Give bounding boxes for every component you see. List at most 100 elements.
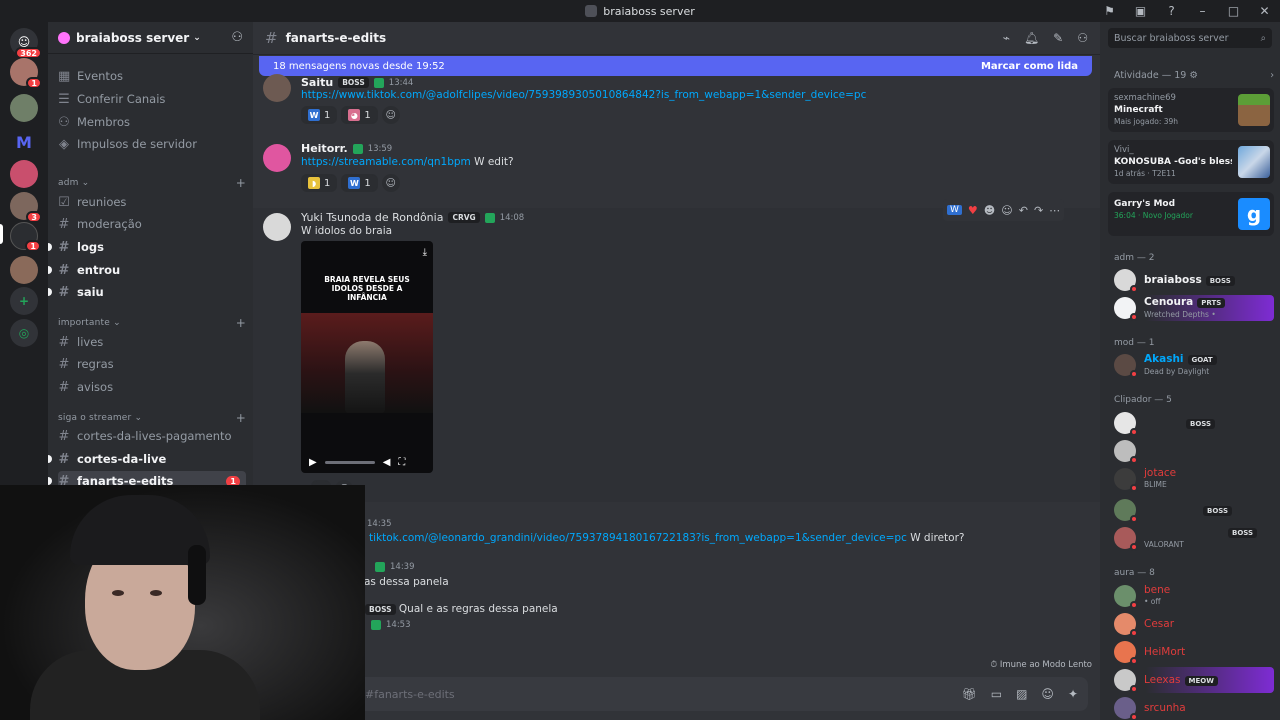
sidebar-item-impulsos[interactable]: ◈ Impulsos de servidor: [58, 134, 246, 154]
server-icon[interactable]: 1: [10, 222, 41, 252]
emoji-icon[interactable]: ☻: [984, 204, 995, 217]
member-item[interactable]: BOSS: [1114, 497, 1274, 523]
sidebar-item-membros[interactable]: ⚇ Membros: [58, 112, 246, 132]
sticker-icon[interactable]: ▨: [1016, 687, 1027, 701]
username[interactable]: Heitorr.: [301, 142, 348, 155]
add-channel-icon[interactable]: +: [236, 176, 246, 190]
member-item[interactable]: [1114, 438, 1274, 464]
server-icon[interactable]: 3: [10, 192, 42, 223]
channel-entrou[interactable]: # entrou: [48, 260, 246, 280]
channel-label: cortes-da-live: [77, 452, 167, 466]
add-channel-icon[interactable]: +: [236, 411, 246, 425]
w-emoji-icon[interactable]: W: [947, 205, 962, 215]
download-icon[interactable]: ⤓: [423, 247, 427, 258]
emoji-icon[interactable]: ☺: [1041, 687, 1054, 701]
username[interactable]: Saitu: [301, 76, 333, 89]
message-link[interactable]: https://streamable.com/qn1bpm: [301, 156, 471, 168]
avatar: [1114, 468, 1138, 492]
member-item[interactable]: Akashi GOAT Dead by Daylight: [1114, 352, 1274, 378]
server-icon[interactable]: [10, 160, 38, 188]
threads-icon[interactable]: ⌁: [1003, 31, 1010, 45]
avatar[interactable]: [263, 74, 291, 102]
reaction[interactable]: W1: [341, 174, 378, 192]
server-icon[interactable]: [10, 94, 38, 122]
gift-icon[interactable]: 🎁︎: [962, 687, 977, 701]
member-item[interactable]: jotace BLIME: [1114, 466, 1274, 492]
pin-icon[interactable]: ✎: [1053, 31, 1063, 45]
reaction[interactable]: ◗ 1: [301, 174, 338, 192]
play-icon[interactable]: ▶: [309, 457, 317, 468]
discover-icon[interactable]: ◎: [10, 319, 38, 347]
search-input[interactable]: Buscar braiaboss server ⌕: [1108, 28, 1272, 48]
server-icon[interactable]: [10, 256, 38, 284]
message-link[interactable]: https://www.tiktok.com/@adolfclipes/vide…: [301, 89, 866, 101]
activity-card[interactable]: Vivi_ KONOSUBA -God's blessin... 1d atrá…: [1108, 140, 1274, 184]
member-item[interactable]: BOSS: [1114, 410, 1274, 436]
server-header[interactable]: braiaboss server ⌄ ⚇: [48, 22, 253, 54]
channel-avisos[interactable]: # avisos: [58, 377, 246, 397]
category-adm[interactable]: adm ⌄ +: [58, 176, 246, 190]
forward-icon[interactable]: ↷: [1034, 204, 1043, 217]
progress-bar[interactable]: [324, 460, 375, 464]
new-messages-bar[interactable]: 18 mensagens novas desde 19:52 Marcar co…: [259, 56, 1092, 76]
member-item[interactable]: bene • off: [1114, 583, 1274, 609]
server-icon[interactable]: M: [10, 128, 38, 156]
reaction[interactable]: W1: [301, 106, 338, 124]
reply-icon[interactable]: ↶: [1019, 204, 1028, 217]
channel-regras[interactable]: # regras: [58, 354, 246, 374]
sidebar-item-conferir-canais[interactable]: ☰ Conferir Canais: [58, 89, 246, 109]
video-attachment[interactable]: ⤓ BRAIA REVELA SEUS IDOLOS DESDE A INFÂN…: [301, 241, 433, 473]
volume-icon[interactable]: ◀: [383, 457, 391, 468]
member-item[interactable]: HeiMort: [1114, 639, 1274, 665]
chevron-right-icon[interactable]: ›: [1270, 70, 1274, 81]
channel-logs[interactable]: # logs: [48, 237, 246, 257]
channel-cortes-da-live[interactable]: # cortes-da-live: [48, 449, 246, 469]
add-server-icon[interactable]: +: [10, 287, 38, 315]
channel-cortes-da-lives-pagamento[interactable]: # cortes-da-lives-pagamento: [58, 426, 246, 446]
more-icon[interactable]: ⋯: [1049, 204, 1060, 217]
channel-reunioes[interactable]: ☑ reunioes: [58, 192, 246, 212]
help-icon[interactable]: ?: [1156, 0, 1187, 22]
channel-moderacao[interactable]: # moderação: [58, 214, 246, 234]
screen-icon[interactable]: ▣: [1125, 0, 1156, 22]
bell-icon[interactable]: 🔔︎: [1024, 31, 1039, 45]
reaction[interactable]: ◕ 1: [341, 106, 378, 124]
sidebar-item-eventos[interactable]: ▦ Eventos: [58, 66, 246, 86]
maximize-button[interactable]: □: [1218, 0, 1249, 22]
username[interactable]: Yuki Tsunoda de Rondônia: [301, 211, 443, 224]
add-reaction-icon[interactable]: ☺: [381, 174, 400, 192]
member-item[interactable]: Cenoura PRTS Wretched Depths •: [1114, 295, 1274, 321]
heart-icon[interactable]: ♥: [968, 204, 978, 217]
activity-card[interactable]: sexmachine69 Minecraft Mais jogado: 39h: [1108, 88, 1274, 132]
avatar[interactable]: [263, 144, 291, 172]
activity-header[interactable]: Atividade — 19 ⚙ ›: [1114, 70, 1274, 81]
member-item[interactable]: BOSS VALORANT: [1114, 525, 1274, 551]
category-importante[interactable]: importante ⌄ +: [58, 316, 246, 330]
add-channel-icon[interactable]: +: [236, 316, 246, 330]
close-button[interactable]: ✕: [1249, 0, 1280, 22]
category-siga-o-streamer[interactable]: siga o streamer ⌄ +: [58, 411, 246, 425]
minimize-button[interactable]: –: [1187, 0, 1218, 22]
reaction-count: 1: [364, 109, 371, 121]
member-item[interactable]: Leexas MEOW: [1114, 667, 1274, 693]
invite-icon[interactable]: ⚇: [231, 30, 243, 45]
avatar[interactable]: [263, 213, 291, 241]
apps-icon[interactable]: ✦: [1068, 687, 1078, 701]
direct-messages-icon[interactable]: ☺ 362: [10, 28, 42, 59]
channel-saiu[interactable]: # saiu: [48, 282, 246, 302]
mark-read-button[interactable]: Marcar como lida: [981, 61, 1078, 72]
inbox-icon[interactable]: ⚑: [1094, 0, 1125, 22]
fullscreen-icon[interactable]: ⛶: [398, 457, 405, 468]
add-reaction-icon[interactable]: ☺: [381, 106, 400, 124]
member-item[interactable]: Cesar: [1114, 611, 1274, 637]
gif-icon[interactable]: ▭: [991, 687, 1002, 701]
member-item[interactable]: braiaboss BOSS: [1114, 267, 1274, 293]
activity-card[interactable]: Garry's Mod 36:04 · Novo Jogador g: [1108, 192, 1274, 236]
server-icon[interactable]: 1: [10, 58, 42, 89]
member-item[interactable]: srcunha: [1114, 695, 1274, 720]
message-link[interactable]: tiktok.com/@leonardo_grandini/video/7593…: [369, 532, 907, 544]
add-reaction-icon[interactable]: ☺: [1001, 204, 1012, 217]
channel-lives[interactable]: # lives: [58, 332, 246, 352]
slowmode-text: Imune ao Modo Lento: [999, 660, 1092, 670]
members-icon[interactable]: ⚇: [1077, 31, 1088, 45]
